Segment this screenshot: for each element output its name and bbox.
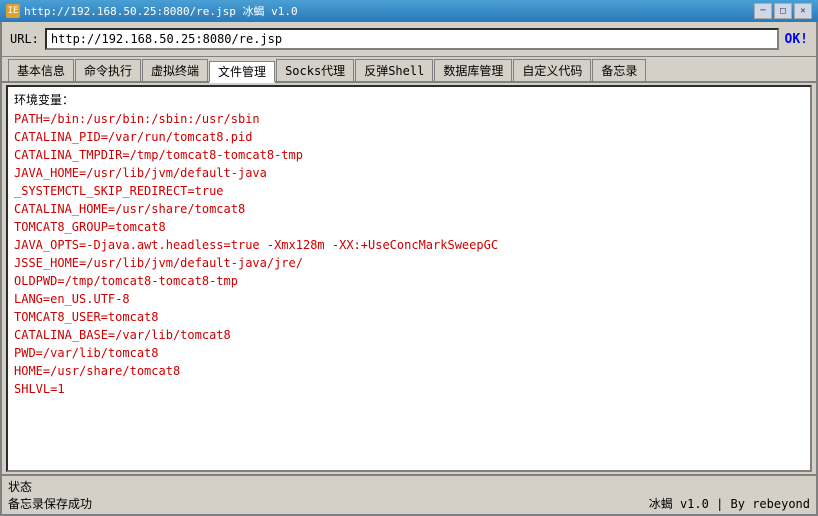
env-line: CATALINA_BASE=/var/lib/tomcat8	[14, 326, 804, 344]
status-bar: 状态 备忘录保存成功 冰蝎 v1.0 | By rebeyond	[2, 474, 816, 514]
url-input[interactable]	[45, 28, 779, 50]
env-line: JAVA_HOME=/usr/lib/jvm/default-java	[14, 164, 804, 182]
env-line: OLDPWD=/tmp/tomcat8-tomcat8-tmp	[14, 272, 804, 290]
minimize-button[interactable]: ─	[754, 3, 772, 19]
url-bar: URL: OK!	[2, 22, 816, 57]
env-section-label: 环境变量：	[14, 91, 804, 108]
env-lines: PATH=/bin:/usr/bin:/sbin:/usr/sbinCATALI…	[14, 110, 804, 398]
window-controls[interactable]: ─ □ ✕	[754, 3, 812, 19]
tab-memo[interactable]: 备忘录	[592, 59, 646, 81]
env-line: JSSE_HOME=/usr/lib/jvm/default-java/jre/	[14, 254, 804, 272]
env-line: HOME=/usr/share/tomcat8	[14, 362, 804, 380]
tab-bar: 基本信息 命令执行 虚拟终端 文件管理 Socks代理 反弹Shell 数据库管…	[2, 57, 816, 83]
ok-button[interactable]: OK!	[785, 32, 808, 47]
url-label: URL:	[10, 32, 39, 46]
env-line: CATALINA_PID=/var/run/tomcat8.pid	[14, 128, 804, 146]
content-inner: 环境变量： PATH=/bin:/usr/bin:/sbin:/usr/sbin…	[8, 87, 810, 402]
status-bottom: 备忘录保存成功 冰蝎 v1.0 | By rebeyond	[8, 495, 810, 512]
tab-file-manager[interactable]: 文件管理	[209, 61, 275, 83]
close-button[interactable]: ✕	[794, 3, 812, 19]
tab-database-mgmt[interactable]: 数据库管理	[434, 59, 512, 81]
tab-basic-info[interactable]: 基本信息	[8, 59, 74, 81]
status-brand: 冰蝎 v1.0 | By rebeyond	[649, 495, 810, 512]
env-line: LANG=en_US.UTF-8	[14, 290, 804, 308]
title-bar-left: IE http://192.168.50.25:8080/re.jsp 冰蝎 v…	[6, 3, 298, 19]
env-line: CATALINA_TMPDIR=/tmp/tomcat8-tomcat8-tmp	[14, 146, 804, 164]
status-message: 备忘录保存成功	[8, 495, 92, 512]
tab-socks-proxy[interactable]: Socks代理	[276, 59, 354, 81]
env-line: TOMCAT8_USER=tomcat8	[14, 308, 804, 326]
maximize-button[interactable]: □	[774, 3, 792, 19]
tab-command-exec[interactable]: 命令执行	[75, 59, 141, 81]
env-line: CATALINA_HOME=/usr/share/tomcat8	[14, 200, 804, 218]
env-line: JAVA_OPTS=-Djava.awt.headless=true -Xmx1…	[14, 236, 804, 254]
tab-custom-code[interactable]: 自定义代码	[513, 59, 591, 81]
status-label: 状态	[8, 478, 810, 495]
app-icon: IE	[6, 4, 20, 18]
content-area[interactable]: 环境变量： PATH=/bin:/usr/bin:/sbin:/usr/sbin…	[6, 85, 812, 472]
env-line: TOMCAT8_GROUP=tomcat8	[14, 218, 804, 236]
env-line: SHLVL=1	[14, 380, 804, 398]
env-line: PWD=/var/lib/tomcat8	[14, 344, 804, 362]
env-line: _SYSTEMCTL_SKIP_REDIRECT=true	[14, 182, 804, 200]
tab-reverse-shell[interactable]: 反弹Shell	[355, 59, 433, 81]
title-bar: IE http://192.168.50.25:8080/re.jsp 冰蝎 v…	[0, 0, 818, 22]
env-line: PATH=/bin:/usr/bin:/sbin:/usr/sbin	[14, 110, 804, 128]
window-title: http://192.168.50.25:8080/re.jsp 冰蝎 v1.0	[24, 3, 298, 19]
main-window: URL: OK! 基本信息 命令执行 虚拟终端 文件管理 Socks代理 反弹S…	[0, 22, 818, 516]
tab-virtual-terminal[interactable]: 虚拟终端	[142, 59, 208, 81]
